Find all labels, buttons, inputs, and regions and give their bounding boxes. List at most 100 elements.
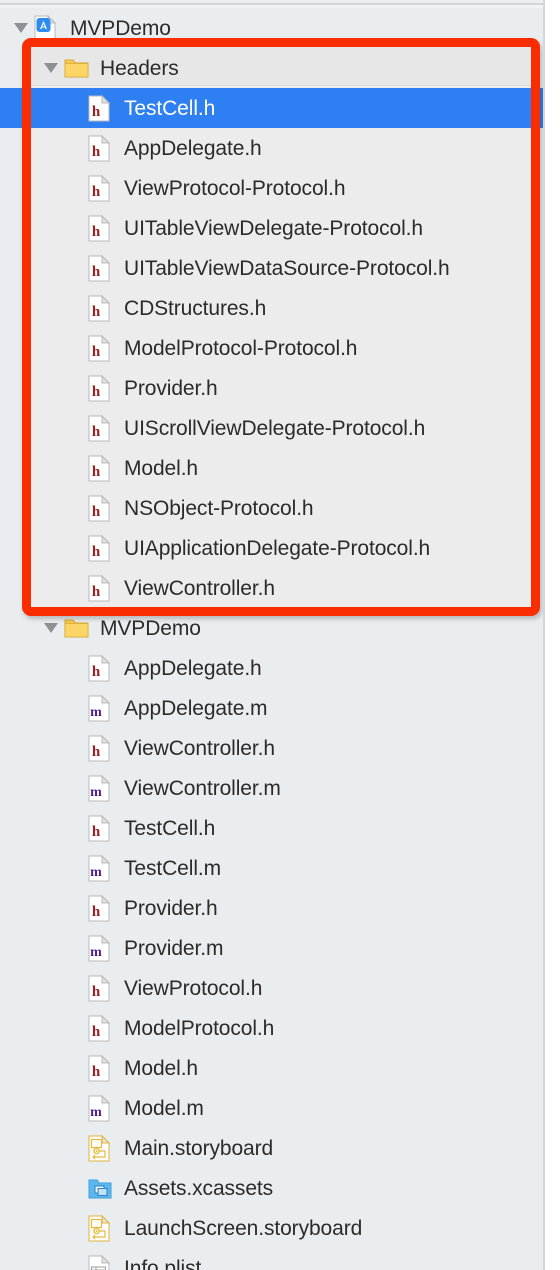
tree-row-label: ViewController.h [124,576,275,600]
folder-icon [64,55,94,82]
storyboard-file-icon [88,1134,118,1162]
svg-text:m: m [90,865,102,880]
implementation-file-icon: m [88,934,118,962]
folder-icon [64,615,94,642]
header-file-icon: h [88,494,118,522]
tree-row-label: Assets.xcassets [124,1176,274,1200]
tree-row-mvpdemo-testcell-m[interactable]: m TestCell.m [0,848,543,888]
tree-row-mvpdemo-appdelegate-m[interactable]: m AppDelegate.m [0,688,543,728]
tree-row-label: UITableViewDataSource-Protocol.h [124,256,450,280]
tree-row-label: ViewProtocol-Protocol.h [124,176,346,200]
tree-row-headers-cdstructures-h[interactable]: h CDStructures.h [0,288,543,328]
header-file-icon: h [88,214,118,242]
header-file-icon: h [88,374,118,402]
tree-row-headers-uiapplicationdelegate-protocol-h[interactable]: h UIApplicationDelegate-Protocol.h [0,528,543,568]
svg-text:h: h [92,744,101,760]
tree-row-headers-viewprotocol-protocol-h[interactable]: h ViewProtocol-Protocol.h [0,168,543,208]
tree-row-label: Model.m [124,1096,204,1120]
tree-row-mvpdemo-viewcontroller-h[interactable]: h ViewController.h [0,728,543,768]
tree-row-mvpdemo-provider-m[interactable]: m Provider.m [0,928,543,968]
implementation-file-icon: m [88,854,118,882]
tree-row-group-mvpdemo[interactable]: MVPDemo [0,608,543,648]
svg-text:h: h [92,424,101,440]
header-file-icon: h [88,174,118,202]
tree-row-label: Model.h [124,1056,199,1080]
svg-text:h: h [92,104,101,120]
tree-row-label: ViewController.m [124,776,281,800]
file-tree[interactable]: MVPDemo Headers h TestCell.h h AppDelegate.h h… [0,8,543,1270]
svg-text:h: h [92,904,101,920]
tree-row-headers-provider-h[interactable]: h Provider.h [0,368,543,408]
tree-row-label: LaunchScreen.storyboard [124,1216,363,1240]
tree-row-headers-model-h[interactable]: h Model.h [0,448,543,488]
header-file-icon: h [88,1054,118,1082]
tree-row-mvpdemo-testcell-h[interactable]: h TestCell.h [0,808,543,848]
tree-row-mvpdemo-appdelegate-h[interactable]: h AppDelegate.h [0,648,543,688]
svg-text:m: m [90,705,102,720]
disclosure-open-icon[interactable] [38,60,64,76]
svg-text:h: h [92,344,101,360]
disclosure-open-icon[interactable] [8,20,34,36]
tree-row-headers-uitableviewdelegate-protocol-h[interactable]: h UITableViewDelegate-Protocol.h [0,208,543,248]
tree-row-mvpdemo-info-plist[interactable]: Info.plist [0,1248,543,1270]
tree-row-label: CDStructures.h [124,296,267,320]
editor-area [545,0,560,1270]
tree-row-mvpdemo-provider-h[interactable]: h Provider.h [0,888,543,928]
xcode-project-icon [34,14,64,42]
tree-row-headers-appdelegate-h[interactable]: h AppDelegate.h [0,128,543,168]
tree-row-headers-modelprotocol-protocol-h[interactable]: h ModelProtocol-Protocol.h [0,328,543,368]
disclosure-open-icon[interactable] [38,620,64,636]
tree-row-label: ModelProtocol.h [124,1016,275,1040]
tree-row-headers-uitableviewdatasource-protocol-h[interactable]: h UITableViewDataSource-Protocol.h [0,248,543,288]
tree-row-mvpdemo-model-m[interactable]: m Model.m [0,1088,543,1128]
implementation-file-icon: m [88,774,118,802]
tree-row-label: ViewController.h [124,736,275,760]
svg-text:h: h [92,224,101,240]
svg-text:h: h [92,264,101,280]
tree-row-headers-viewcontroller-h[interactable]: h ViewController.h [0,568,543,608]
header-file-icon: h [88,734,118,762]
tree-row-mvpdemo-model-h[interactable]: h Model.h [0,1048,543,1088]
tree-row-label: UIScrollViewDelegate-Protocol.h [124,416,426,440]
tree-row-label: Info.plist [124,1256,202,1270]
tree-row-label: AppDelegate.h [124,136,262,160]
tree-row-mvpdemo-launchscreen-storyboard[interactable]: LaunchScreen.storyboard [0,1208,543,1248]
tree-row-mvpdemo-viewcontroller-m[interactable]: m ViewController.m [0,768,543,808]
svg-text:h: h [92,984,101,1000]
tree-row-label: ModelProtocol-Protocol.h [124,336,358,360]
tree-row-project-root[interactable]: MVPDemo [0,8,543,48]
tree-row-label: ViewProtocol.h [124,976,263,1000]
svg-text:h: h [92,504,101,520]
tree-row-mvpdemo-assets-xcassets[interactable]: Assets.xcassets [0,1168,543,1208]
tree-row-group-headers[interactable]: Headers [0,48,543,88]
header-file-icon: h [88,414,118,442]
svg-text:h: h [92,184,101,200]
svg-text:m: m [90,785,102,800]
implementation-file-icon: m [88,1094,118,1122]
tree-row-label: MVPDemo [70,16,171,40]
tree-row-label: NSObject-Protocol.h [124,496,314,520]
project-navigator-pane: MVPDemo Headers h TestCell.h h AppDelegate.h h… [0,0,560,1270]
tree-row-mvpdemo-viewprotocol-h[interactable]: h ViewProtocol.h [0,968,543,1008]
svg-text:h: h [92,1064,101,1080]
tree-row-label: Provider.h [124,896,218,920]
tree-row-label: AppDelegate.m [124,696,268,720]
tree-row-headers-nsobject-protocol-h[interactable]: h NSObject-Protocol.h [0,488,543,528]
tree-row-headers-testcell-h[interactable]: h TestCell.h [0,88,543,128]
svg-text:h: h [92,544,101,560]
tree-row-mvpdemo-modelprotocol-h[interactable]: h ModelProtocol.h [0,1008,543,1048]
tree-row-mvpdemo-main-storyboard[interactable]: Main.storyboard [0,1128,543,1168]
tree-row-label: TestCell.h [124,96,216,120]
implementation-file-icon: m [88,694,118,722]
header-file-icon: h [88,454,118,482]
header-file-icon: h [88,94,118,122]
header-file-icon: h [88,294,118,322]
svg-text:h: h [92,304,101,320]
header-file-icon: h [88,134,118,162]
tree-row-label: TestCell.h [124,816,216,840]
svg-text:h: h [92,824,101,840]
header-file-icon: h [88,894,118,922]
tree-row-headers-uiscrollviewdelegate-protocol-h[interactable]: h UIScrollViewDelegate-Protocol.h [0,408,543,448]
storyboard-file-icon [88,1214,118,1242]
header-file-icon: h [88,534,118,562]
